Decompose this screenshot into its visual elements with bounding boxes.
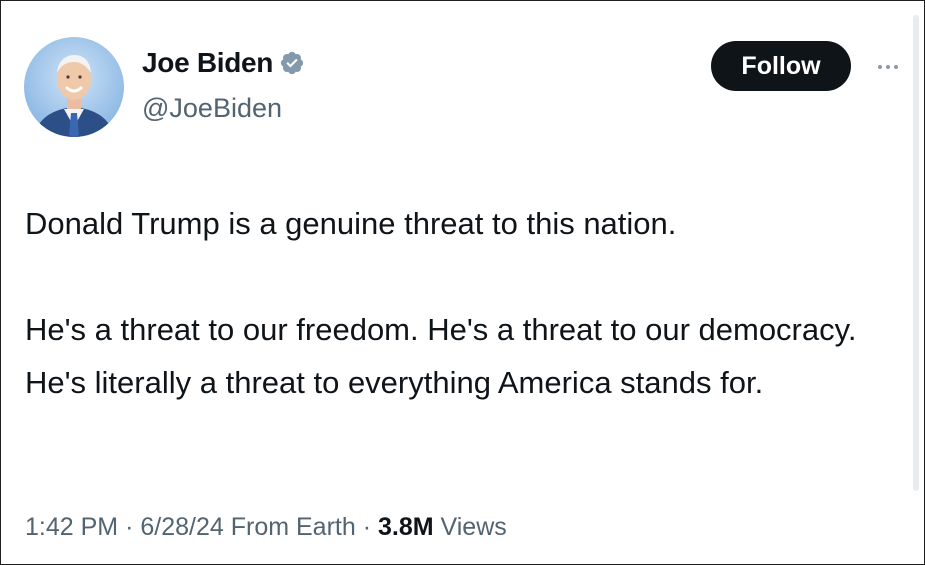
views-label: Views bbox=[440, 513, 507, 541]
tweet-meta: 1:42 PM · 6/28/24 From Earth · 3.8M View… bbox=[25, 513, 507, 542]
more-dot bbox=[894, 65, 898, 69]
author-name-row[interactable]: Joe Biden bbox=[142, 47, 305, 79]
more-dot bbox=[886, 65, 890, 69]
tweet-text: Donald Trump is a genuine threat to this… bbox=[25, 197, 885, 409]
scrollbar[interactable] bbox=[913, 15, 919, 491]
tweet-paragraph: Donald Trump is a genuine threat to this… bbox=[25, 206, 677, 241]
follow-button[interactable]: Follow bbox=[711, 41, 851, 91]
profile-photo-avatar bbox=[24, 37, 124, 137]
views-count[interactable]: 3.8M bbox=[378, 513, 434, 541]
tweet-card: Joe Biden @JoeBiden Follow Donald Trump … bbox=[0, 0, 925, 565]
avatar[interactable] bbox=[24, 37, 124, 137]
author-handle[interactable]: @JoeBiden bbox=[142, 93, 282, 124]
tweet-time[interactable]: 1:42 PM bbox=[25, 513, 118, 541]
author-display-name[interactable]: Joe Biden bbox=[142, 47, 273, 79]
meta-separator: · bbox=[362, 513, 372, 541]
more-options-icon[interactable] bbox=[871, 57, 905, 77]
tweet-source: From Earth bbox=[230, 513, 356, 541]
meta-separator: · bbox=[125, 513, 134, 541]
verified-badge-icon bbox=[281, 51, 304, 75]
more-dot bbox=[878, 65, 882, 69]
tweet-paragraph: He's a threat to our freedom. He's a thr… bbox=[25, 312, 857, 400]
tweet-date[interactable]: 6/28/24 bbox=[140, 513, 223, 541]
